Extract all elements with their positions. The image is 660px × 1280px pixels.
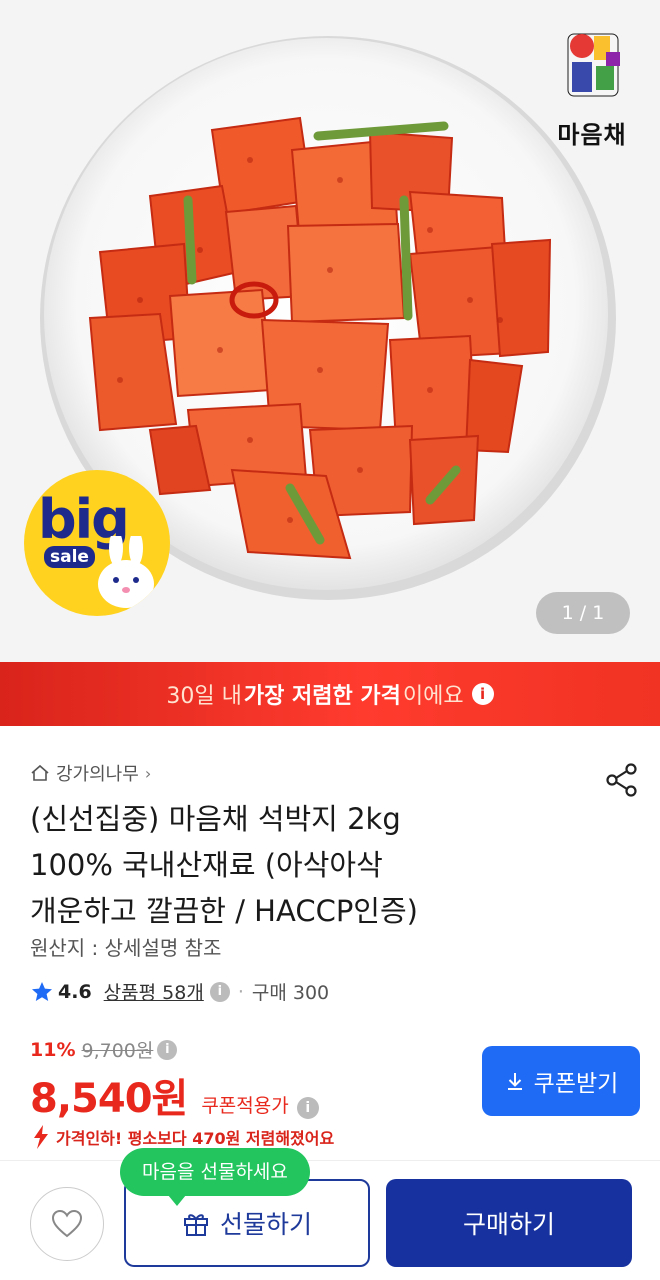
banner-suffix: 이에요	[402, 684, 464, 709]
gift-button-label: 선물하기	[219, 1211, 312, 1239]
chevron-right-icon: ›	[144, 763, 152, 783]
gift-icon	[183, 1214, 208, 1236]
product-title: (신선집중) 마음채 석박지 2kg 100% 국내산재료 (아삭아삭 개운하고…	[30, 796, 570, 934]
brand-logo: 마음채	[546, 22, 638, 150]
lowest-price-banner[interactable]: 30일 내 가장 저렴한 가격 이에요 i	[0, 662, 660, 726]
title-line-3: 개운하고 깔끔한 / HACCP인증)	[30, 894, 418, 928]
banner-highlight: 가장 저렴한 가격	[243, 684, 401, 709]
coupon-button-label: 쿠폰받기	[533, 1070, 619, 1096]
price-drop-notice: 가격인하! 평소보다 470원 저렴해졌어요	[30, 1124, 334, 1150]
download-icon	[507, 1073, 522, 1090]
review-count-link[interactable]: 상품평 58개	[104, 978, 204, 1005]
heart-icon	[51, 1209, 83, 1238]
big-sale-badge: big sale	[24, 470, 170, 616]
original-price: 9,700원	[81, 1040, 154, 1062]
bunny-mascot-icon	[98, 536, 154, 608]
breadcrumb[interactable]: 강가의나무 ›	[30, 760, 151, 786]
separator-dot: ·	[237, 980, 244, 1003]
share-icon[interactable]	[604, 762, 640, 798]
purchase-count: 구매 300	[251, 982, 330, 1004]
breadcrumb-store[interactable]: 강가의나무	[56, 760, 139, 786]
rating-row: 4.6 상품평 58개 i · 구매 300	[30, 978, 329, 1005]
info-icon[interactable]: i	[209, 981, 230, 1002]
product-image-carousel[interactable]: 마음채 big sale 1 / 1	[0, 0, 660, 662]
final-price: 8,540원	[30, 1076, 188, 1122]
star-icon	[32, 981, 52, 1001]
price-drop-text: 가격인하! 평소보다 470원 저렴해졌어요	[56, 1129, 335, 1148]
buy-button[interactable]: 구매하기	[386, 1179, 632, 1267]
lightning-down-icon	[34, 1125, 48, 1149]
origin-label: 원산지 : 상세설명 참조	[30, 936, 222, 960]
brand-logo-icon	[567, 33, 620, 97]
coupon-applied-label: 쿠폰적용가	[201, 1095, 289, 1117]
gift-tooltip: 마음을 선물하세요	[120, 1148, 310, 1206]
bottom-action-bar: 선물하기 구매하기	[0, 1160, 660, 1280]
title-line-1: (신선집중) 마음채 석박지 2kg	[30, 802, 401, 836]
title-line-2: 100% 국내산재료 (아삭아삭	[30, 848, 383, 882]
wishlist-button[interactable]	[30, 1187, 104, 1261]
get-coupon-button[interactable]: 쿠폰받기	[482, 1046, 640, 1116]
brand-name: 마음채	[557, 121, 627, 149]
info-icon[interactable]: i	[157, 1039, 178, 1060]
price-row: 8,540원 쿠폰적용가 i	[30, 1066, 319, 1124]
home-icon	[31, 764, 49, 781]
banner-prefix: 30일 내	[166, 684, 242, 709]
image-page-indicator: 1 / 1	[536, 592, 630, 634]
rating-score: 4.6	[58, 980, 92, 1003]
discount-row: 11% 9,700원 i	[30, 1036, 178, 1063]
buy-button-label: 구매하기	[462, 1211, 555, 1239]
info-icon[interactable]: i	[471, 683, 494, 705]
discount-percent: 11%	[30, 1038, 76, 1061]
info-icon[interactable]: i	[296, 1097, 319, 1119]
